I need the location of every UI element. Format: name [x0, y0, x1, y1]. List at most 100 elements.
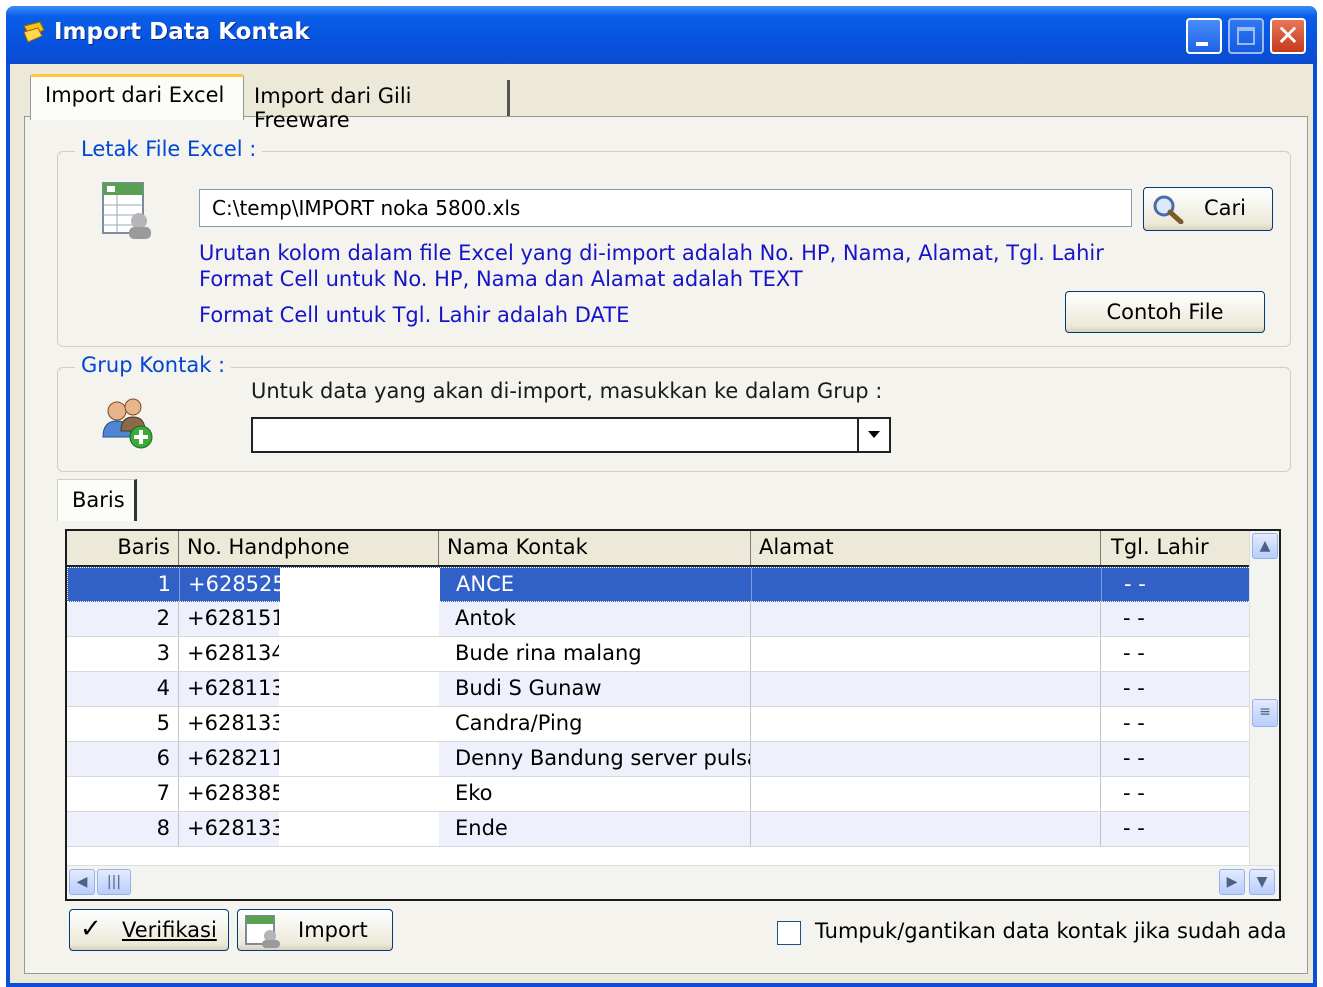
app-icon [23, 21, 45, 43]
info-column-order: Urutan kolom dalam file Excel yang di-im… [199, 241, 1104, 265]
redaction-mask [279, 707, 439, 741]
close-button[interactable]: ✕ [1270, 18, 1306, 54]
table-row[interactable]: 2 +628151 Antok - - [67, 602, 1251, 637]
scroll-right-button[interactable]: ▶ [1219, 869, 1245, 895]
cell-alamat[interactable] [751, 707, 1101, 741]
horizontal-scrollbar[interactable]: ◀ ||| ▶ ▼ [67, 865, 1279, 899]
cell-nama[interactable]: Ende [439, 812, 751, 846]
cell-baris[interactable]: 2 [67, 602, 179, 636]
contact-group-legend: Grup Kontak : [75, 353, 232, 377]
import-icon [245, 915, 280, 948]
scroll-left-button[interactable]: ◀ [69, 869, 95, 895]
column-header-alamat[interactable]: Alamat [751, 531, 1101, 565]
table-row[interactable]: 8 +628133 Ende - - [67, 812, 1251, 847]
cell-alamat[interactable] [752, 568, 1102, 602]
cell-baris[interactable]: 1 [68, 568, 180, 602]
cell-tgl-lahir[interactable]: - - [1101, 812, 1251, 846]
cell-alamat[interactable] [751, 812, 1101, 846]
title-bar[interactable]: Import Data Kontak ✕ [6, 6, 1317, 64]
table-row[interactable]: 6 +628211 Denny Bandung server pulsa - - [67, 742, 1251, 777]
file-location-legend: Letak File Excel : [75, 137, 263, 161]
import-button-label: Import [298, 918, 368, 942]
cell-baris[interactable]: 5 [67, 707, 179, 741]
column-header-baris[interactable]: Baris [67, 531, 179, 565]
window-title: Import Data Kontak [54, 19, 310, 45]
browse-button-label: Cari [1204, 196, 1246, 220]
table-row[interactable]: 3 +628134 Bude rina malang - - [67, 637, 1251, 672]
info-date-format: Format Cell untuk Tgl. Lahir adalah DATE [199, 303, 630, 327]
redaction-mask [279, 812, 439, 846]
scroll-thumb-horizontal[interactable]: ||| [97, 869, 131, 895]
maximize-button[interactable] [1228, 18, 1264, 54]
cell-baris[interactable]: 3 [67, 637, 179, 671]
table-row[interactable]: 1 +628525 ANCE - - [67, 567, 1252, 602]
checkmark-icon: ✓ [80, 914, 102, 944]
tab-page-excel: Letak File Excel : C:\temp\IMPORT noka 5… [24, 116, 1308, 974]
grid-header: Baris No. Handphone Nama Kontak Alamat T… [67, 531, 1251, 567]
cell-tgl-lahir[interactable]: - - [1101, 602, 1251, 636]
cell-baris[interactable]: 8 [67, 812, 179, 846]
verify-button-label: Verifikasi [122, 918, 217, 942]
import-dialog-window: Import Data Kontak ✕ Letak File Excel : … [6, 6, 1317, 987]
column-header-handphone[interactable]: No. Handphone [179, 531, 439, 565]
scroll-up-button[interactable]: ▲ [1252, 533, 1278, 559]
cell-tgl-lahir[interactable]: - - [1101, 742, 1251, 776]
cell-tgl-lahir[interactable]: - - [1101, 637, 1251, 671]
redaction-mask [279, 672, 439, 706]
cell-nama[interactable]: Candra/Ping [439, 707, 751, 741]
cell-nama[interactable]: Bude rina malang [439, 637, 751, 671]
table-row[interactable]: 7 +628385 Eko - - [67, 777, 1251, 812]
cell-nama[interactable]: Antok [439, 602, 751, 636]
close-icon: ✕ [1276, 19, 1300, 52]
tab-baris[interactable]: Baris [57, 479, 137, 521]
scroll-down-button[interactable]: ▼ [1249, 869, 1275, 895]
cell-alamat[interactable] [751, 672, 1101, 706]
column-header-tgl-lahir[interactable]: Tgl. Lahir [1101, 531, 1251, 565]
table-row[interactable]: 5 +628133 Candra/Ping - - [67, 707, 1251, 742]
minimize-icon [1196, 42, 1208, 46]
table-row[interactable]: 4 +628113 Budi S Gunaw - - [67, 672, 1251, 707]
search-icon [1153, 195, 1184, 224]
cell-baris[interactable]: 6 [67, 742, 179, 776]
cell-tgl-lahir[interactable]: - - [1101, 672, 1251, 706]
minimize-button[interactable] [1186, 18, 1222, 54]
scroll-thumb-vertical[interactable]: ≡ [1252, 699, 1278, 727]
import-data-grid[interactable]: Baris No. Handphone Nama Kontak Alamat T… [65, 529, 1281, 901]
maximize-icon [1237, 27, 1255, 45]
cell-tgl-lahir[interactable]: - - [1101, 707, 1251, 741]
cell-nama[interactable]: Eko [439, 777, 751, 811]
overwrite-checkbox[interactable] [777, 921, 801, 945]
excel-file-icon [102, 182, 151, 239]
file-path-input[interactable]: C:\temp\IMPORT noka 5800.xls [199, 189, 1132, 227]
cell-baris[interactable]: 4 [67, 672, 179, 706]
cell-baris[interactable]: 7 [67, 777, 179, 811]
group-select-dropdown-button[interactable] [857, 419, 889, 451]
cell-nama[interactable]: Budi S Gunaw [439, 672, 751, 706]
cell-tgl-lahir[interactable]: - - [1102, 568, 1252, 602]
sample-file-button[interactable]: Contoh File [1065, 291, 1265, 333]
info-text-format: Format Cell untuk No. HP, Nama dan Alama… [199, 267, 803, 291]
column-header-nama[interactable]: Nama Kontak [439, 531, 751, 565]
cell-alamat[interactable] [751, 777, 1101, 811]
redaction-mask [280, 568, 440, 602]
browse-button[interactable]: Cari [1143, 187, 1273, 231]
group-instruction: Untuk data yang akan di-import, masukkan… [251, 379, 883, 403]
cell-alamat[interactable] [751, 637, 1101, 671]
verify-button[interactable]: ✓ Verifikasi [69, 909, 229, 951]
import-button[interactable]: Import [237, 909, 393, 951]
overwrite-checkbox-label[interactable]: Tumpuk/gantikan data kontak jika sudah a… [815, 919, 1287, 943]
vertical-scrollbar[interactable]: ▲ ≡ [1249, 531, 1279, 865]
group-select[interactable] [251, 417, 891, 453]
cell-nama[interactable]: ANCE [440, 568, 752, 602]
cell-nama[interactable]: Denny Bandung server pulsa [439, 742, 751, 776]
redaction-mask [279, 637, 439, 671]
cell-alamat[interactable] [751, 742, 1101, 776]
redaction-mask [279, 742, 439, 776]
cell-tgl-lahir[interactable]: - - [1101, 777, 1251, 811]
redaction-mask [279, 777, 439, 811]
tab-import-gili[interactable]: Import dari Gili Freeware [244, 80, 510, 132]
cell-alamat[interactable] [751, 602, 1101, 636]
add-group-icon [102, 398, 153, 449]
tab-import-excel[interactable]: Import dari Excel [30, 74, 244, 120]
chevron-down-icon [868, 431, 880, 438]
